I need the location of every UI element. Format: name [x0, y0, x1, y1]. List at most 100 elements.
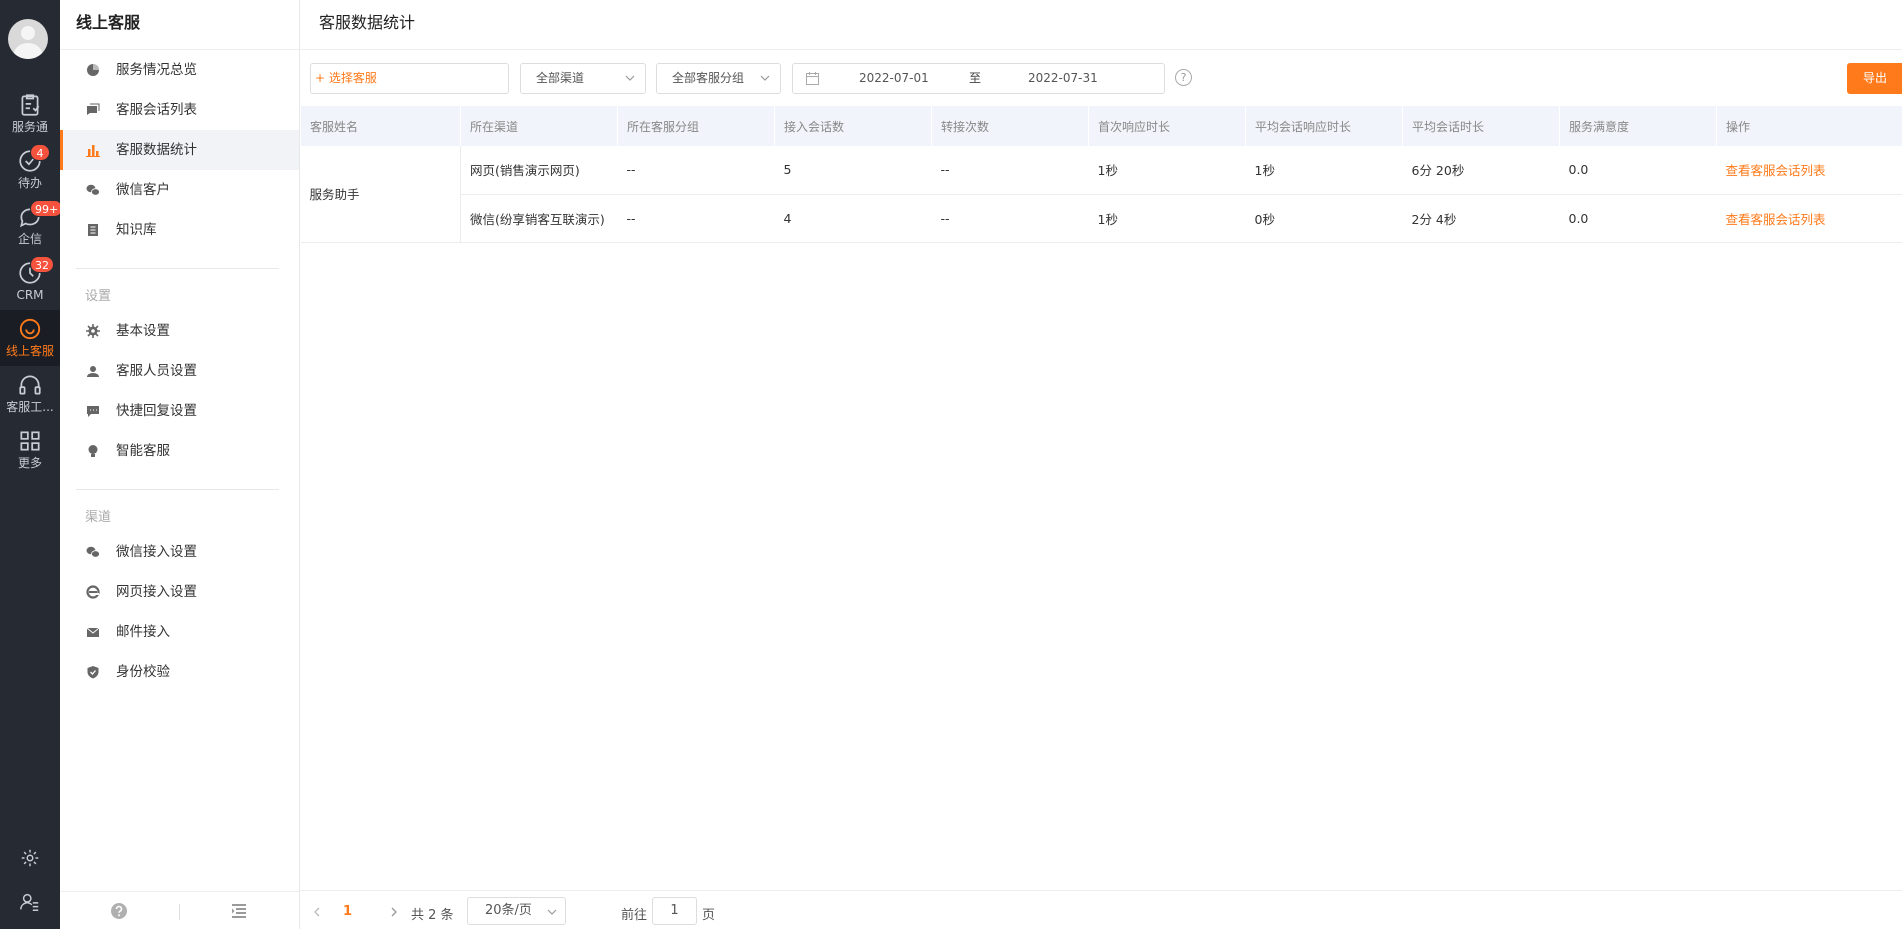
sidebar-item-wechat-access[interactable]: 微信接入设置: [60, 532, 299, 572]
grid-icon: [20, 431, 40, 451]
sidebar-item-smart-service[interactable]: 智能客服: [60, 431, 299, 471]
rail-label: 企信: [17, 232, 42, 246]
collapse-menu-icon[interactable]: [230, 902, 248, 920]
sidebar-item-label: 微信客户: [116, 182, 170, 198]
satisfaction-cell: 0.0: [1559, 146, 1717, 195]
chevron-down-icon: [760, 75, 770, 81]
sidebar-title: 线上客服: [60, 0, 299, 50]
bar-chart-icon: [86, 145, 100, 157]
sidebar-item-agent-settings[interactable]: 客服人员设置: [60, 351, 299, 391]
sidebar-item-session-list[interactable]: 客服会话列表: [60, 90, 299, 130]
goto-page-input[interactable]: 1: [652, 897, 697, 925]
sessions-cell: 5: [774, 146, 932, 195]
sidebar-item-mail-access[interactable]: 邮件接入: [60, 612, 299, 652]
chat-list-icon: [87, 103, 100, 115]
sidebar-item-data-stats[interactable]: 客服数据统计: [60, 130, 299, 170]
header-actions: 操作: [1716, 106, 1902, 146]
rail-item-crm[interactable]: CRM 32: [0, 254, 60, 310]
date-to[interactable]: 2022-07-31: [1028, 64, 1098, 93]
app-rail: 服务通 待办 4 企信 99+ CRM 32 线上客服 客服工... 更多: [0, 0, 64, 929]
sidebar-divider: [76, 268, 279, 269]
user-settings-button[interactable]: [0, 888, 60, 918]
ie-icon: [86, 585, 100, 599]
sidebar-group-channels: 渠道: [85, 510, 112, 525]
sidebar-footer: [60, 891, 299, 929]
rail-item-qixin[interactable]: 企信 99+: [0, 198, 64, 254]
sidebar-item-label: 客服会话列表: [116, 102, 197, 118]
main-content: 客服数据统计 + 选择客服 全部渠道 全部客服分组 2022-07-01 至 2…: [300, 0, 1902, 929]
channel-select[interactable]: 全部渠道: [520, 63, 646, 94]
avatar[interactable]: [8, 19, 48, 59]
header-group: 所在客服分组: [617, 106, 775, 146]
sidebar-item-basic-settings[interactable]: 基本设置: [60, 311, 299, 351]
group-select-value: 全部客服分组: [672, 71, 745, 85]
date-range-picker[interactable]: 2022-07-01 至 2022-07-31: [792, 63, 1165, 94]
header-channel: 所在渠道: [460, 106, 618, 146]
sidebar-item-quick-reply[interactable]: 快捷回复设置: [60, 391, 299, 431]
chevron-down-icon: [547, 909, 557, 915]
export-button[interactable]: 导出: [1847, 63, 1902, 94]
page-size-value: 20条/页: [485, 903, 532, 918]
header-sessions: 接入会话数: [774, 106, 932, 146]
sidebar-group-settings: 设置: [85, 289, 112, 304]
group-select[interactable]: 全部客服分组: [656, 63, 781, 94]
actions-cell: 查看客服会话列表: [1716, 194, 1902, 243]
smile-bubble-icon: [19, 318, 41, 340]
sidebar-item-label: 基本设置: [116, 323, 170, 339]
book-icon: [88, 224, 98, 236]
sidebar-item-label: 智能客服: [116, 443, 170, 459]
chevron-down-icon: [625, 75, 635, 81]
transfers-cell: --: [931, 194, 1089, 243]
date-from[interactable]: 2022-07-01: [859, 64, 929, 93]
calendar-icon: [806, 72, 819, 85]
sidebar-item-knowledge-base[interactable]: 知识库: [60, 210, 299, 250]
rail-item-online-service[interactable]: 线上客服: [0, 310, 60, 366]
rail-item-service-workbench[interactable]: 客服工...: [0, 366, 60, 422]
footer-divider: [179, 904, 180, 920]
sidebar-item-label: 客服人员设置: [116, 363, 197, 379]
rail-item-fuwutong[interactable]: 服务通: [0, 86, 60, 142]
satisfaction-cell: 0.0: [1559, 194, 1717, 243]
rail-label: 线上客服: [5, 344, 54, 358]
avg-duration-cell: 2分 4秒: [1402, 194, 1560, 243]
table-row: 微信(纷享销客互联演示) -- 4 -- 1秒 0秒 2分 4秒 0.0 查看客…: [301, 194, 1902, 243]
rail-label: 服务通: [11, 120, 48, 134]
transfers-cell: --: [931, 146, 1089, 195]
settings-button[interactable]: [0, 844, 60, 874]
rail-item-todo[interactable]: 待办 4: [0, 142, 60, 198]
actions-cell: 查看客服会话列表: [1716, 146, 1902, 195]
page-title: 客服数据统计: [300, 0, 1902, 50]
rail-item-more[interactable]: 更多: [0, 422, 60, 478]
chevron-left-icon[interactable]: [313, 907, 320, 917]
sidebar-item-wechat-customers[interactable]: 微信客户: [60, 170, 299, 210]
sidebar-item-web-access[interactable]: 网页接入设置: [60, 572, 299, 612]
first-response-cell: 1秒: [1088, 194, 1246, 243]
view-sessions-link[interactable]: 查看客服会话列表: [1726, 163, 1826, 178]
shield-check-icon: [87, 666, 99, 679]
page-size-select[interactable]: 20条/页: [467, 897, 566, 925]
sidebar-item-label: 邮件接入: [116, 624, 170, 640]
agent-name-cell: 服务助手: [300, 146, 461, 243]
select-agent-button[interactable]: + 选择客服: [310, 63, 509, 94]
help-circle-icon[interactable]: [110, 902, 128, 920]
rail-label: CRM: [16, 288, 44, 302]
mail-icon: [86, 627, 100, 637]
sidebar-item-label: 网页接入设置: [116, 584, 197, 600]
help-icon[interactable]: ?: [1175, 69, 1192, 86]
goto-label: 前往: [621, 908, 648, 923]
sidebar-item-overview[interactable]: 服务情况总览: [60, 50, 299, 90]
filter-toolbar: + 选择客服 全部渠道 全部客服分组 2022-07-01 至 2022-07-…: [300, 50, 1902, 106]
table-row: 服务助手 网页(销售演示网页) -- 5 -- 1秒 1秒 6分 20秒 0.0…: [300, 146, 1902, 243]
sidebar-item-identity-check[interactable]: 身份校验: [60, 652, 299, 692]
chevron-right-icon[interactable]: [391, 907, 398, 917]
wechat-icon: [86, 184, 100, 196]
header-avg-duration: 平均会话时长: [1402, 106, 1560, 146]
rail-label: 更多: [17, 456, 42, 470]
sidebar-divider: [76, 489, 279, 490]
header-first-response: 首次响应时长: [1088, 106, 1246, 146]
clipboard-heart-icon: [21, 94, 40, 116]
view-sessions-link[interactable]: 查看客服会话列表: [1726, 212, 1826, 227]
page-number-current[interactable]: 1: [343, 904, 352, 919]
sidebar-item-label: 微信接入设置: [116, 544, 197, 560]
channel-cell: 微信(纷享销客互联演示): [460, 194, 618, 243]
